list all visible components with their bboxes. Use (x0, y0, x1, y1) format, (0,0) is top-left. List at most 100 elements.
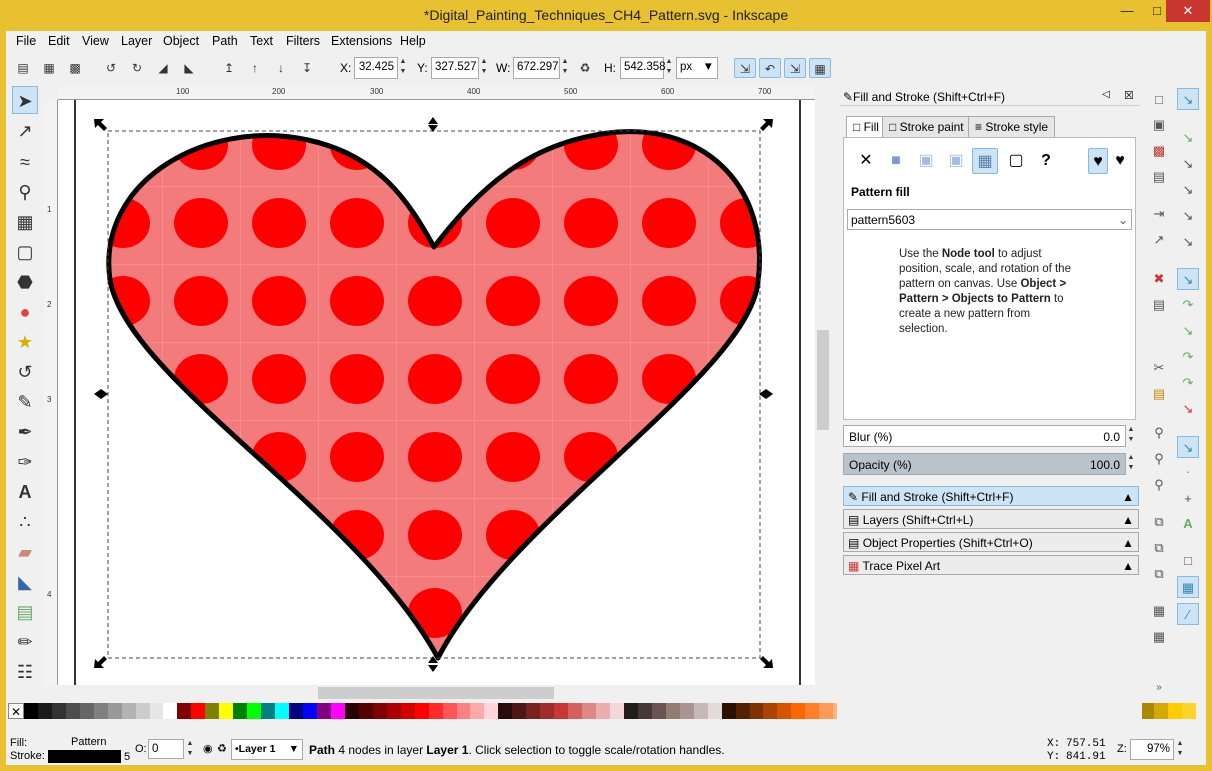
palette-swatch[interactable] (414, 703, 429, 719)
menu-help[interactable]: Help (400, 34, 426, 48)
dock-item-object-properties[interactable]: ▤ Object Properties (Shift+Ctrl+O) ▲ (843, 532, 1139, 552)
vertical-scrollbar[interactable] (815, 100, 831, 685)
snap-path-icon[interactable]: ↷ (1177, 294, 1199, 316)
snap-nodes-icon[interactable]: ↘ (1177, 268, 1199, 290)
menu-text[interactable]: Text (250, 34, 273, 48)
pattern-icon[interactable]: ▦ (972, 148, 998, 174)
scale-stroke-icon[interactable]: ⇲ (734, 58, 756, 78)
snap-grid-icon[interactable]: ▦ (1177, 576, 1199, 598)
snap-others-icon[interactable]: ↘ (1177, 436, 1199, 458)
palette-swatch[interactable] (219, 703, 234, 719)
palette-swatch[interactable] (316, 703, 331, 719)
tweak-icon[interactable]: ≈ (12, 148, 38, 176)
dropper-icon[interactable]: ✏ (12, 628, 38, 656)
group-icon[interactable]: ▦ (1148, 600, 1170, 622)
palette-swatch[interactable] (777, 703, 792, 719)
palette-swatch[interactable] (540, 703, 555, 719)
box3d-icon[interactable]: ⬣ (12, 268, 38, 296)
palette-swatch[interactable] (93, 703, 108, 719)
save-icon[interactable]: ▩ (1148, 140, 1170, 162)
calligraphy-icon[interactable]: ✑ (12, 448, 38, 476)
palette-swatch[interactable] (37, 703, 52, 719)
snap-midpoint-icon[interactable]: ↘ (1177, 398, 1199, 420)
drawing[interactable] (58, 100, 815, 685)
export-icon[interactable]: ↗ (1148, 229, 1170, 251)
undo-icon[interactable]: ✖ (1148, 268, 1170, 290)
palette-swatch[interactable] (763, 703, 778, 719)
deselect-icon[interactable]: ▩ (64, 58, 86, 78)
palette-swatch[interactable] (233, 703, 248, 719)
minimize-button[interactable]: — (1112, 0, 1142, 22)
palette-swatch[interactable] (275, 703, 290, 719)
snap-bbox-midpoint-icon[interactable]: ↘ (1177, 205, 1199, 227)
radial-gradient-icon[interactable]: ▣ (943, 148, 969, 174)
lower-icon[interactable]: ↓ (270, 58, 292, 78)
palette-swatch[interactable] (386, 703, 401, 719)
zoom-selection-icon[interactable]: ⚲ (1148, 422, 1170, 444)
palette-swatch[interactable] (456, 703, 471, 719)
select-all-icon[interactable]: ▤ (12, 58, 34, 78)
snap-toggle-icon[interactable]: ↘ (1177, 88, 1199, 110)
palette-swatch[interactable] (358, 703, 373, 719)
snap-guide-icon[interactable]: ⁄ (1177, 603, 1199, 625)
lock-icon[interactable]: ♻ (574, 58, 596, 78)
horizontal-ruler[interactable] (58, 86, 815, 100)
flip-vertical-icon[interactable]: ◣ (178, 58, 200, 78)
scale-corners-icon[interactable]: ↶ (759, 58, 781, 78)
spray-icon[interactable]: ∴ (12, 508, 38, 536)
clone-icon[interactable]: ⧉ (1148, 537, 1170, 559)
palette-swatch[interactable] (679, 703, 694, 719)
paste-icon[interactable]: ▤ (1148, 383, 1170, 405)
opacity-input[interactable]: 0 (148, 739, 184, 759)
snap-bbox-icon[interactable]: ↘ (1177, 127, 1199, 149)
palette-swatch[interactable] (568, 703, 583, 719)
snap-rotation-center-icon[interactable]: + (1177, 488, 1199, 510)
import-icon[interactable]: ⇥ (1148, 203, 1170, 225)
rect-icon[interactable]: ▢ (12, 238, 38, 266)
palette-swatch[interactable] (609, 703, 624, 719)
palette-swatch[interactable] (623, 703, 638, 719)
opacity-stepper[interactable]: ▲ ▼ (1126, 453, 1136, 475)
palette-swatch[interactable] (372, 703, 387, 719)
palette-swatch[interactable] (205, 703, 220, 719)
palette-swatch[interactable] (749, 703, 764, 719)
palette-swatch[interactable] (526, 703, 541, 719)
flat-color-icon[interactable]: ■ (883, 148, 909, 174)
menu-filters[interactable]: Filters (286, 34, 320, 48)
menu-extensions[interactable]: Extensions (331, 34, 392, 48)
fill-indicator[interactable]: Pattern (71, 736, 106, 748)
palette-swatch[interactable] (261, 703, 276, 719)
palette-swatch[interactable] (135, 703, 150, 719)
palette-swatch[interactable] (330, 703, 345, 719)
palette-swatch[interactable] (344, 703, 359, 719)
redo-icon[interactable]: ▤ (1148, 294, 1170, 316)
palette-swatch[interactable] (651, 703, 666, 719)
snap-cusp-icon[interactable]: ↷ (1177, 346, 1199, 368)
snap-intersection-icon[interactable]: ↘ (1177, 320, 1199, 342)
palette-swatch[interactable] (51, 703, 66, 719)
zoom-page-icon[interactable]: ⚲ (1148, 474, 1170, 496)
palette-swatch[interactable] (596, 703, 610, 719)
spiral-icon[interactable]: ↺ (12, 358, 38, 386)
no-paint-icon[interactable]: ✕ (853, 148, 879, 174)
menu-object[interactable]: Object (163, 34, 199, 48)
palette-swatch[interactable] (442, 703, 457, 719)
fill-rule-evenodd-icon[interactable]: ♥ (1088, 148, 1108, 174)
palette-swatch[interactable] (247, 703, 262, 719)
new-document-icon[interactable]: □ (1148, 89, 1170, 111)
print-icon[interactable]: ▤ (1148, 166, 1170, 188)
palette-swatch[interactable] (665, 703, 680, 719)
pen-icon[interactable]: ✒ (12, 418, 38, 446)
duplicate-icon[interactable]: ⧉ (1148, 511, 1170, 533)
w-stepper[interactable]: ▲ ▼ (560, 57, 570, 79)
palette-swatch[interactable] (554, 703, 569, 719)
zoom-input[interactable]: 97% (1130, 739, 1174, 760)
menu-edit[interactable]: Edit (48, 34, 70, 48)
menu-file[interactable]: File (16, 34, 36, 48)
menu-path[interactable]: Path (212, 34, 238, 48)
blur-slider[interactable]: Blur (%) 0.0 (843, 425, 1126, 447)
snap-text-baseline-icon[interactable]: A (1177, 513, 1199, 535)
dock-item-layers[interactable]: ▤ Layers (Shift+Ctrl+L) ▲ (843, 509, 1139, 529)
tab-stroke-paint[interactable]: □ Stroke paint (882, 116, 971, 138)
snap-center-icon[interactable]: ⋅ (1177, 462, 1199, 484)
